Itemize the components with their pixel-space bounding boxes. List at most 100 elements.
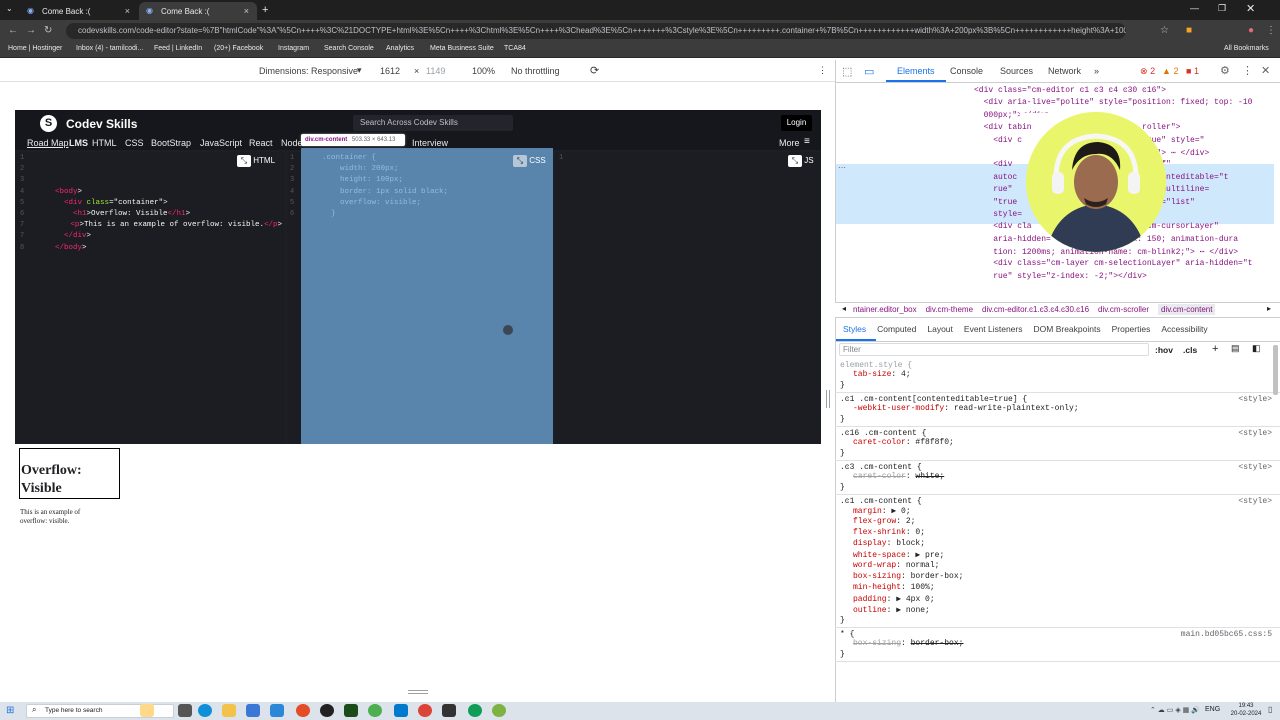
subtab-layout[interactable]: Layout <box>927 324 953 334</box>
code-line[interactable]: 5 <div class="container"> <box>20 199 282 210</box>
subtab-styles[interactable]: Styles <box>843 324 866 334</box>
nav-lms[interactable]: LMS <box>69 138 88 148</box>
dimensions-select[interactable]: Dimensions: Responsive <box>259 66 358 76</box>
css-declaration[interactable]: flex-grow: 2; <box>840 517 1272 528</box>
css-declaration[interactable]: padding: ▶ 4px 0; <box>840 594 1272 605</box>
css-declaration[interactable]: -webkit-user-modify: read-write-plaintex… <box>840 404 1272 415</box>
css-declaration[interactable]: word-wrap: normal; <box>840 561 1272 572</box>
profile-icon[interactable]: ● <box>1248 25 1254 36</box>
css-declaration[interactable]: caret-color: #f8f8f0; <box>840 438 1272 449</box>
task-view-icon[interactable] <box>178 704 192 717</box>
css-declaration[interactable]: outline: ▶ none; <box>840 605 1272 616</box>
css-declaration[interactable]: flex-shrink: 0; <box>840 528 1272 539</box>
style-rule[interactable]: * {main.bd05bc65.css:5 box-sizing: border… <box>835 630 1280 662</box>
tab-console[interactable]: Console <box>950 66 983 76</box>
reload-icon[interactable]: ↻ <box>44 25 52 36</box>
breadcrumb-scroll-right-icon[interactable]: ▸ <box>1267 304 1271 313</box>
nav-bootstrap[interactable]: BootStrap <box>151 138 191 148</box>
style-rule[interactable]: .ͼ1 .cm-content[contenteditable=true] {<… <box>835 395 1280 427</box>
subtab-properties[interactable]: Properties <box>1112 324 1151 334</box>
bookmark-item[interactable]: Analytics <box>386 45 414 52</box>
code-line[interactable]: 2 <box>20 165 282 176</box>
add-rule-icon[interactable]: + <box>1212 343 1218 355</box>
forward-icon[interactable]: → <box>26 25 36 36</box>
system-tray-icons[interactable]: ⌃ ☁ ▭ ◈ ▦ 🔊 <box>1150 706 1200 714</box>
tab-more[interactable]: » <box>1094 66 1099 76</box>
code-line[interactable]: 3 <box>20 176 282 187</box>
nav-html[interactable]: HTML <box>92 138 117 148</box>
js-editor-pane[interactable] <box>555 152 821 444</box>
rule-source[interactable]: <style> <box>1238 395 1272 404</box>
codev-logo-icon[interactable]: S <box>40 115 57 132</box>
close-icon[interactable]: × <box>244 6 249 16</box>
chrome-icon[interactable] <box>296 704 310 717</box>
breadcrumb-item[interactable]: div.cm-scroller <box>1098 305 1149 314</box>
zoom-select[interactable]: 100% <box>472 66 495 76</box>
close-icon[interactable]: × <box>125 6 130 16</box>
windows-start-icon[interactable]: ⊞ <box>6 705 14 716</box>
bookmark-item[interactable]: Feed | LinkedIn <box>154 45 202 52</box>
language-indicator[interactable]: ENG <box>1205 706 1220 713</box>
subtab-event-listeners[interactable]: Event Listeners <box>964 324 1023 334</box>
site-search-input[interactable]: Search Across Codev Skills <box>353 115 513 131</box>
bookmark-item[interactable]: TCA84 <box>504 45 526 52</box>
login-button[interactable]: Login <box>781 115 812 131</box>
css-declaration[interactable]: caret-color: white; <box>840 472 1272 483</box>
dom-line[interactable]: rue" style="z-index: -2;"></div> <box>974 272 1274 284</box>
minimize-icon[interactable]: — <box>1190 3 1199 13</box>
tab-network[interactable]: Network <box>1048 66 1081 76</box>
widget-icon[interactable] <box>140 704 154 717</box>
css-declaration[interactable]: min-height: 100%; <box>840 583 1272 594</box>
code-line[interactable]: 7 <p>This is an example of overflow: vis… <box>20 221 282 232</box>
device-toggle-icon[interactable]: ▭ <box>864 65 874 78</box>
code-line[interactable]: 1 <box>20 154 282 165</box>
store-icon[interactable] <box>246 704 260 717</box>
rotate-icon[interactable]: ⟳ <box>590 64 599 77</box>
more-options-icon[interactable]: ⋮ <box>1242 64 1253 77</box>
vscode-icon[interactable] <box>394 704 408 717</box>
code-line[interactable]: 4 <body> <box>20 188 282 199</box>
chrome-green-icon[interactable] <box>468 704 482 717</box>
breadcrumb-item[interactable]: div.cm-theme <box>926 305 973 314</box>
height-input[interactable]: 1149 <box>426 66 445 76</box>
style-rule[interactable]: .ͼ1 .cm-content {<style> margin: ▶ 0; flex… <box>835 497 1280 628</box>
nav-css[interactable]: CSS <box>125 138 144 148</box>
browser-tab-2[interactable]: ◉ Come Back :( × <box>139 2 257 20</box>
css-declaration[interactable]: box-sizing: border-box; <box>840 572 1272 583</box>
nav-node[interactable]: Node <box>281 138 303 148</box>
brand-name[interactable]: Codev Skills <box>66 117 137 131</box>
style-rules[interactable]: element.style {tab-size: 4;} .ͼ1 .cm-cont… <box>835 361 1280 664</box>
back-icon[interactable]: ← <box>8 25 18 36</box>
html-code[interactable]: 1234 <body> 5 <div class="container"> 6 <h… <box>20 154 282 255</box>
close-window-icon[interactable]: ✕ <box>1246 2 1255 15</box>
breadcrumb-item[interactable]: div.cm-editor.ͼ1.ͼ3.ͼ4.ͼ30.ͼ16 <box>982 305 1089 314</box>
css-declaration[interactable]: box-sizing: border-box; <box>840 639 1272 650</box>
bookmark-item[interactable]: Inbox (4) - tamilcodi... <box>76 45 143 52</box>
tab-sources[interactable]: Sources <box>1000 66 1033 76</box>
nav-interview[interactable]: Interview <box>412 138 448 148</box>
bookmark-item[interactable]: (20+) Facebook <box>214 45 263 52</box>
code-line[interactable]: 7 </div> <box>20 232 282 243</box>
close-devtools-icon[interactable]: ✕ <box>1261 64 1270 77</box>
width-input[interactable]: 1612 <box>380 66 400 76</box>
tab-elements[interactable]: Elements <box>897 66 935 76</box>
style-rule[interactable]: element.style {tab-size: 4;} <box>835 361 1280 393</box>
star-icon[interactable]: ☆ <box>1160 25 1169 36</box>
code-line[interactable]: 8 </body> <box>20 244 282 255</box>
css-declaration[interactable]: tab-size: 4; <box>840 370 1272 381</box>
sidebar-toggle-icon[interactable]: ◧ <box>1252 343 1261 354</box>
dom-line[interactable]: <div class="cm-editor ͼ1 ͼ3 ͼ4 ͼ30 ͼ16"> <box>974 86 1274 98</box>
rule-source[interactable]: main.bd05bc65.css:5 <box>1181 630 1272 639</box>
breadcrumb-scroll-left-icon[interactable]: ◂ <box>842 304 846 313</box>
rule-source[interactable]: <style> <box>1238 497 1272 506</box>
issue-count[interactable]: ■ 1 <box>1186 66 1199 76</box>
dom-line[interactable]: <div aria-live="polite" style="position:… <box>974 98 1274 110</box>
warning-count[interactable]: ▲ 2 <box>1162 66 1178 76</box>
restore-icon[interactable]: ❐ <box>1218 3 1226 14</box>
side-resize-handle[interactable] <box>826 390 830 408</box>
paint-icon[interactable]: ▤ <box>1231 343 1240 354</box>
app-icon[interactable] <box>492 704 506 717</box>
css-declaration[interactable]: display: block; <box>840 539 1272 550</box>
menu-icon[interactable]: ⋮ <box>1266 25 1276 36</box>
style-rule[interactable]: .ͼ3 .cm-content {<style> caret-color: whi… <box>835 463 1280 495</box>
